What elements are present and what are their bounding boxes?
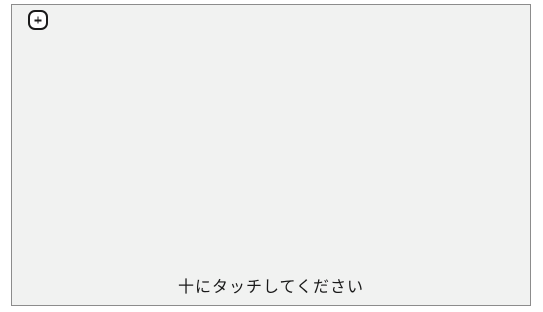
calibration-screen[interactable]: 十にタッチしてください (11, 4, 531, 306)
calibration-target-button[interactable] (28, 10, 48, 30)
plus-icon (34, 16, 43, 25)
instruction-text: 十にタッチしてください (177, 277, 365, 296)
